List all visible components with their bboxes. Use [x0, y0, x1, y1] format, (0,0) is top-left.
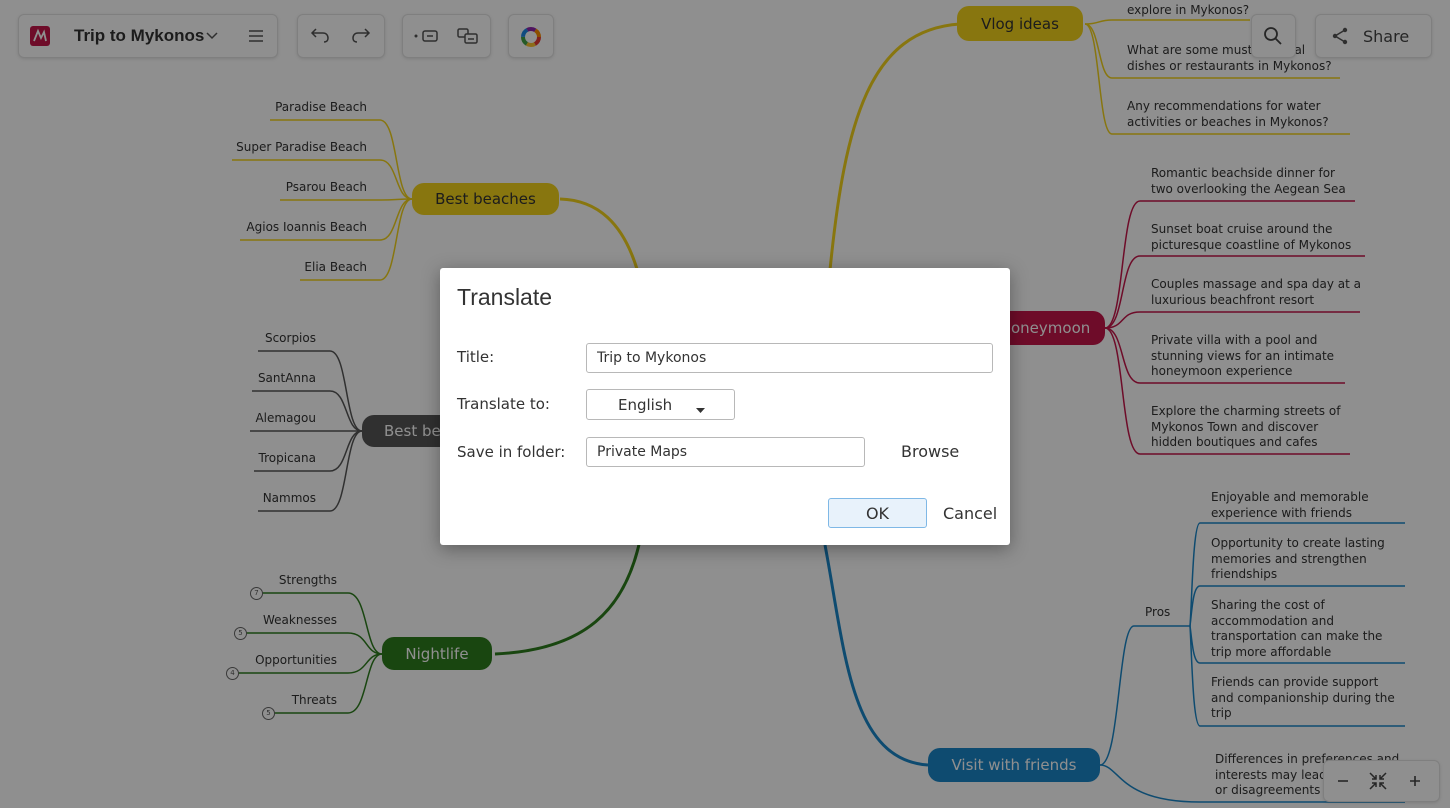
title-input[interactable]	[586, 343, 993, 373]
save-in-folder-label: Save in folder:	[457, 443, 566, 461]
language-select[interactable]: English	[586, 389, 735, 420]
title-label: Title:	[457, 348, 495, 366]
translate-to-label: Translate to:	[457, 395, 550, 413]
dropdown-arrow-icon	[696, 402, 705, 418]
dialog-title: Translate	[457, 284, 553, 310]
language-value: English	[618, 396, 673, 414]
translate-dialog: Translate Title: Translate to: English S…	[440, 268, 1010, 545]
cancel-button[interactable]: Cancel	[943, 504, 997, 523]
ok-button[interactable]: OK	[828, 498, 927, 528]
browse-button[interactable]: Browse	[901, 442, 959, 461]
folder-input[interactable]	[586, 437, 865, 467]
